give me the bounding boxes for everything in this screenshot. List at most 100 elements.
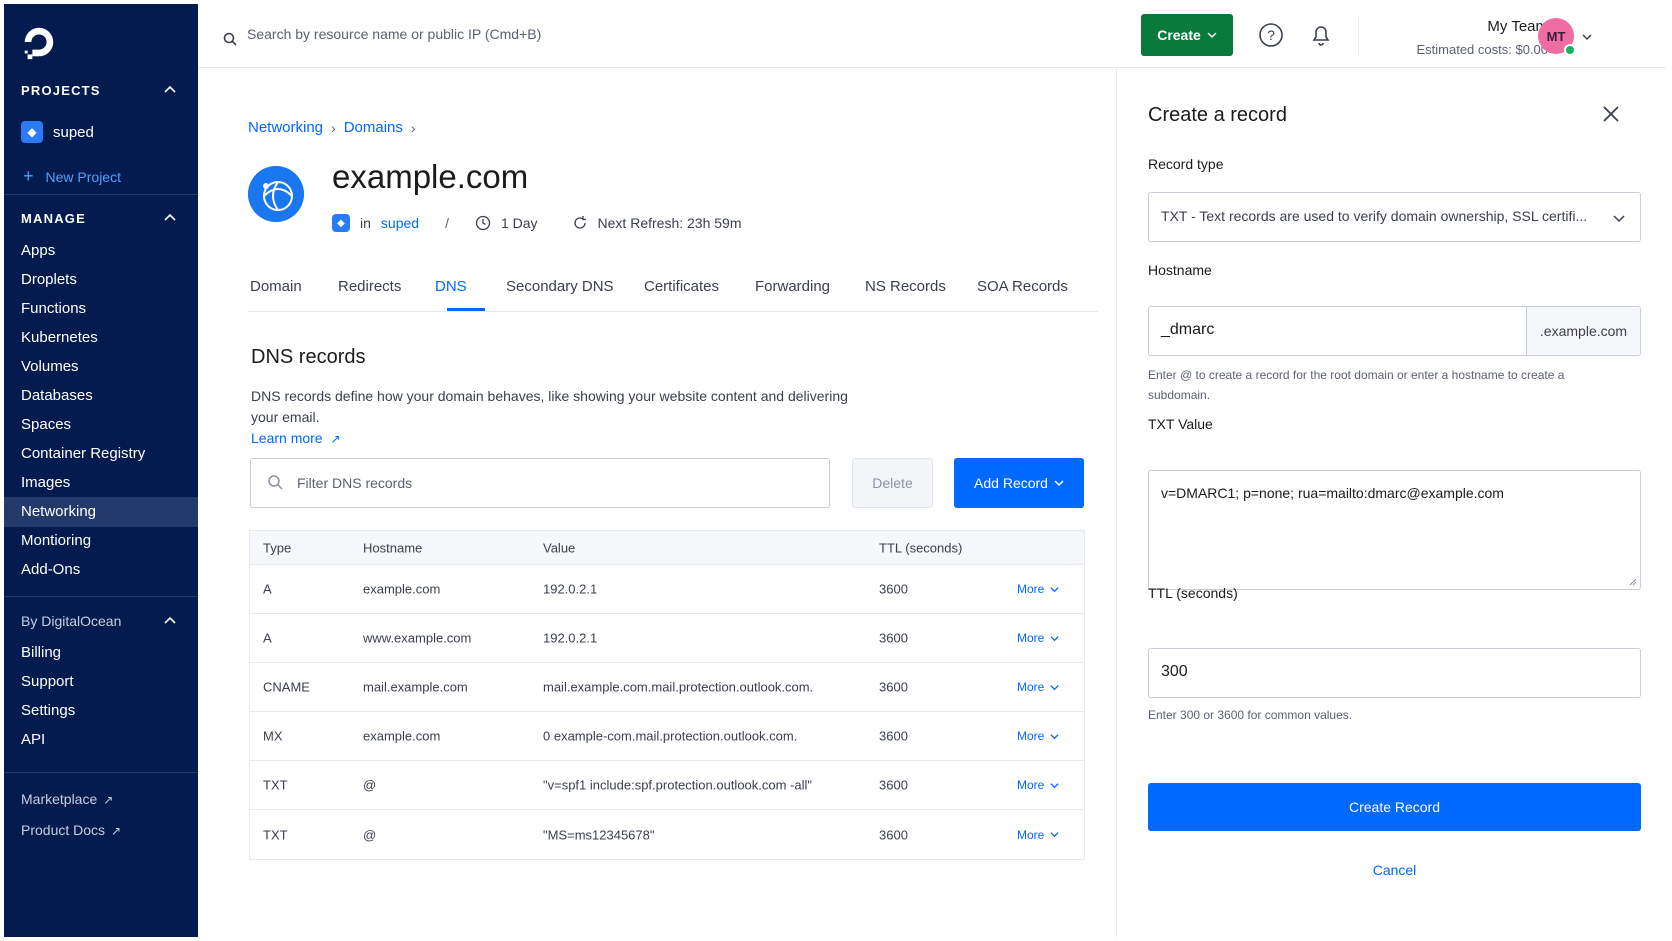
sidebar-item-apps[interactable]: Apps — [4, 236, 198, 266]
cell-hostname: @ — [363, 827, 377, 842]
global-search-input[interactable]: Search by resource name or public IP (Cm… — [247, 26, 541, 42]
more-menu-button[interactable]: More — [1017, 828, 1059, 842]
header-ttl: TTL (seconds) — [879, 540, 963, 555]
meta-separator: / — [445, 215, 449, 231]
delete-button[interactable]: Delete — [852, 458, 933, 508]
cell-hostname: @ — [363, 777, 377, 793]
table-row: CNAME mail.example.com mail.example.com.… — [250, 663, 1084, 712]
sidebar-item-spaces[interactable]: Spaces — [4, 410, 198, 440]
chevron-up-icon[interactable] — [164, 615, 176, 627]
close-icon[interactable] — [1601, 104, 1621, 124]
domain-meta: ◆ in suped / 1 Day Next Refresh: 23h 59m — [332, 214, 742, 232]
search-icon — [223, 32, 237, 46]
resize-handle-icon[interactable] — [1627, 576, 1637, 586]
sidebar-item-support[interactable]: Support — [4, 667, 198, 697]
table-row: A example.com 192.0.2.1 3600 More — [250, 565, 1084, 614]
add-record-label: Add Record — [974, 475, 1048, 491]
cell-hostname: example.com — [363, 728, 441, 744]
search-icon — [268, 475, 283, 490]
sidebar-project-suped[interactable]: ◆ suped — [21, 121, 94, 143]
chevron-down-icon — [1050, 586, 1059, 592]
tab-domain[interactable]: Domain — [250, 278, 302, 295]
external-link-icon: ↗ — [103, 793, 114, 807]
sidebar-item-networking[interactable]: Networking — [4, 497, 198, 527]
chevron-up-icon[interactable] — [164, 212, 176, 224]
new-project-link[interactable]: + New Project — [23, 166, 121, 187]
sidebar-item-settings[interactable]: Settings — [4, 696, 198, 726]
tab-forwarding[interactable]: Forwarding — [755, 278, 830, 295]
breadcrumb-domains[interactable]: Domains — [344, 119, 403, 136]
sidebar-item-billing[interactable]: Billing — [4, 638, 198, 668]
tab-ns-records[interactable]: NS Records — [865, 278, 946, 295]
bell-icon[interactable] — [1308, 22, 1334, 48]
next-refresh: Next Refresh: 23h 59m — [597, 215, 742, 231]
sidebar-item-add-ons[interactable]: Add-Ons — [4, 555, 198, 585]
cell-type: TXT — [263, 777, 288, 793]
learn-more-link[interactable]: Learn more ↗ — [251, 430, 341, 446]
project-name: suped — [53, 123, 94, 141]
sidebar-item-container-registry[interactable]: Container Registry — [4, 439, 198, 469]
add-record-button[interactable]: Add Record — [954, 458, 1084, 508]
cancel-button[interactable]: Cancel — [1148, 862, 1641, 878]
tab-certificates[interactable]: Certificates — [644, 278, 719, 295]
tab-dns[interactable]: DNS — [435, 278, 467, 295]
chevron-down-icon — [1054, 480, 1064, 487]
cell-type: TXT — [263, 827, 288, 842]
cell-hostname: example.com — [363, 581, 441, 597]
more-menu-button[interactable]: More — [1017, 729, 1059, 743]
hostname-label: Hostname — [1148, 262, 1212, 278]
cell-type: CNAME — [263, 679, 310, 695]
sidebar-item-volumes[interactable]: Volumes — [4, 352, 198, 382]
breadcrumb-networking[interactable]: Networking — [248, 119, 323, 136]
txt-value-textarea[interactable]: v=DMARC1; p=none; rua=mailto:dmarc@examp… — [1148, 470, 1641, 590]
more-menu-button[interactable]: More — [1017, 680, 1059, 694]
chevron-down-icon[interactable] — [1582, 32, 1592, 42]
more-menu-button[interactable]: More — [1017, 582, 1059, 596]
create-button[interactable]: Create — [1141, 14, 1233, 56]
svg-text:?: ? — [1267, 27, 1275, 43]
sidebar-item-kubernetes[interactable]: Kubernetes — [4, 323, 198, 353]
manage-heading: MANAGE — [21, 211, 86, 226]
txt-value: v=DMARC1; p=none; rua=mailto:dmarc@examp… — [1161, 485, 1504, 501]
more-menu-button[interactable]: More — [1017, 778, 1059, 792]
more-menu-button[interactable]: More — [1017, 631, 1059, 645]
sidebar-item-api[interactable]: API — [4, 725, 198, 755]
help-icon[interactable]: ? — [1258, 22, 1284, 48]
sidebar-item-images[interactable]: Images — [4, 468, 198, 498]
hostname-help: Enter @ to create a record for the root … — [1148, 368, 1565, 402]
marketplace-label: Marketplace — [21, 791, 98, 807]
team-name[interactable]: My Team — [1458, 18, 1548, 35]
tab-list: Domain Redirects DNS Secondary DNS Certi… — [248, 268, 1098, 312]
project-icon: ◆ — [332, 214, 350, 232]
cell-type: MX — [263, 728, 283, 744]
chevron-down-icon — [1050, 684, 1059, 690]
chevron-up-icon[interactable] — [164, 84, 176, 96]
chevron-down-icon — [1050, 733, 1059, 739]
sidebar-item-monitoring[interactable]: Montioring — [4, 526, 198, 556]
active-tab-indicator — [447, 308, 485, 311]
filter-dns-input[interactable]: Filter DNS records — [250, 458, 830, 508]
record-type-select[interactable]: TXT - Text records are used to verify do… — [1148, 192, 1641, 242]
tab-secondary-dns[interactable]: Secondary DNS — [506, 278, 614, 295]
hostname-input[interactable]: _dmarc .example.com — [1148, 306, 1641, 356]
tab-redirects[interactable]: Redirects — [338, 278, 401, 295]
sidebar-item-databases[interactable]: Databases — [4, 381, 198, 411]
sidebar-item-functions[interactable]: Functions — [4, 294, 198, 324]
tab-soa-records[interactable]: SOA Records — [977, 278, 1068, 295]
create-record-button[interactable]: Create Record — [1148, 783, 1641, 831]
cell-value: "MS=ms12345678" — [543, 827, 655, 842]
sidebar-item-product-docs[interactable]: Product Docs ↗ — [4, 815, 198, 845]
ttl-input[interactable]: 300 — [1148, 648, 1641, 698]
sidebar-item-droplets[interactable]: Droplets — [4, 265, 198, 295]
external-link-icon: ↗ — [330, 432, 341, 446]
header-type: Type — [263, 540, 292, 555]
more-label: More — [1017, 680, 1045, 694]
sidebar-divider — [4, 596, 198, 597]
chevron-down-icon — [1050, 832, 1059, 838]
record-type-label: Record type — [1148, 156, 1224, 172]
project-link[interactable]: suped — [381, 215, 419, 231]
sidebar-item-marketplace[interactable]: Marketplace ↗ — [4, 784, 198, 814]
table-row: MX example.com 0 example-com.mail.protec… — [250, 712, 1084, 761]
ttl-value: 1 Day — [500, 215, 538, 231]
digitalocean-logo-icon[interactable] — [20, 24, 58, 62]
